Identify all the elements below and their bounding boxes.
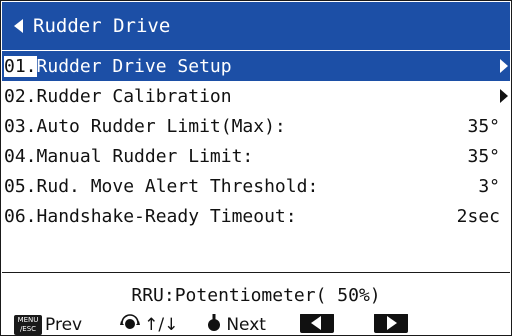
key-guide-footer: MENU /ESC Prev ↑/↓ Next (0, 314, 512, 336)
menu-item-value: 35° (467, 115, 500, 137)
menu-item-label: Handshake-Ready Timeout: (36, 205, 297, 227)
knob-label: ↑/↓ (144, 315, 179, 335)
menu-item-label: Rudder Drive Setup (36, 55, 232, 77)
menu-item-number: 02. (4, 85, 37, 107)
menu-item-value: 2sec (456, 205, 500, 227)
menu-item-number: 03. (4, 115, 37, 137)
submenu-arrow-icon (500, 89, 508, 103)
left-key-icon (299, 314, 334, 336)
menu-key-top-label: MENU (17, 316, 39, 324)
next-label: Next (226, 315, 266, 335)
rudder-drive-screen: Rudder Drive 01. Rudder Drive Setup 02. … (0, 0, 512, 336)
submenu-arrow-icon (500, 59, 508, 73)
menu-list: 01. Rudder Drive Setup 02. Rudder Calibr… (2, 51, 510, 231)
menu-item-number: 01. (4, 55, 37, 77)
menu-item-label: Auto Rudder Limit(Max): (36, 115, 286, 137)
menu-item-handshake-ready-timeout[interactable]: 06. Handshake-Ready Timeout: 2sec (2, 201, 510, 231)
rotary-knob-icon (120, 314, 141, 336)
menu-item-rudder-calibration[interactable]: 02. Rudder Calibration (2, 81, 510, 111)
menu-item-manual-rudder-limit[interactable]: 04. Manual Rudder Limit: 35° (2, 141, 510, 171)
menu-item-label: Manual Rudder Limit: (36, 145, 254, 167)
menu-key-bottom-label: /ESC (19, 325, 37, 333)
menu-item-rud-move-alert-threshold[interactable]: 05. Rud. Move Alert Threshold: 3° (2, 171, 510, 201)
status-divider (2, 272, 510, 273)
menu-esc-key-icon: MENU /ESC (14, 315, 42, 335)
back-arrow-icon[interactable] (14, 19, 23, 33)
menu-item-value: 35° (467, 145, 500, 167)
menu-item-value: 3° (478, 175, 500, 197)
status-text: RRU:Potentiometer( 50%) (131, 284, 381, 306)
page-title: Rudder Drive (33, 15, 171, 37)
push-knob-icon (206, 314, 222, 336)
menu-item-label: Rud. Move Alert Threshold: (36, 175, 319, 197)
title-bar: Rudder Drive (2, 2, 510, 50)
menu-item-auto-rudder-limit[interactable]: 03. Auto Rudder Limit(Max): 35° (2, 111, 510, 141)
prev-label: Prev (45, 315, 83, 335)
menu-item-number: 04. (4, 145, 37, 167)
menu-item-rudder-drive-setup[interactable]: 01. Rudder Drive Setup (2, 51, 510, 81)
status-line: RRU:Potentiometer( 50%) (2, 280, 510, 310)
menu-item-number: 06. (4, 205, 37, 227)
menu-item-label: Rudder Calibration (36, 85, 232, 107)
right-key-icon (373, 314, 408, 336)
menu-item-number: 05. (4, 175, 37, 197)
